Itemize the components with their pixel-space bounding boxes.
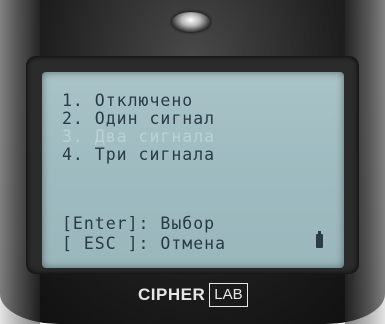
menu-item-label: 2. Один сигнал [62, 109, 216, 128]
beep-menu: 1. Отключено 2. Один сигнал 3. Два сигна… [59, 92, 309, 164]
handheld-device: 1. Отключено 2. Один сигнал 3. Два сигна… [0, 0, 385, 324]
lcd-screen: 1. Отключено 2. Один сигнал 3. Два сигна… [42, 72, 344, 268]
enter-hint: [Enter]: Выбор [62, 214, 216, 233]
menu-item-label: 4. Три сигнала [62, 145, 216, 164]
menu-item-two-beeps[interactable]: 3. Два сигнала [59, 127, 309, 146]
menu-item-label: 3. Два сигнала [62, 127, 216, 146]
brand-logo: CIPHER LAB [138, 280, 248, 310]
menu-item-one-beep[interactable]: 2. Один сигнал [62, 110, 215, 128]
menu-item-label: 1. Отключено [62, 91, 194, 110]
key-hints: [Enter]: Выбор [ ESC ]: Отмена [62, 214, 226, 254]
battery-icon [316, 231, 323, 248]
esc-hint: [ ESC ]: Отмена [62, 234, 227, 253]
status-led-icon [172, 12, 210, 32]
brand-logo-left: CIPHER [138, 285, 206, 304]
menu-item-three-beeps[interactable]: 4. Три сигнала [62, 146, 215, 164]
brand-logo-right: LAB [209, 283, 248, 307]
menu-item-off[interactable]: 1. Отключено [62, 92, 215, 110]
